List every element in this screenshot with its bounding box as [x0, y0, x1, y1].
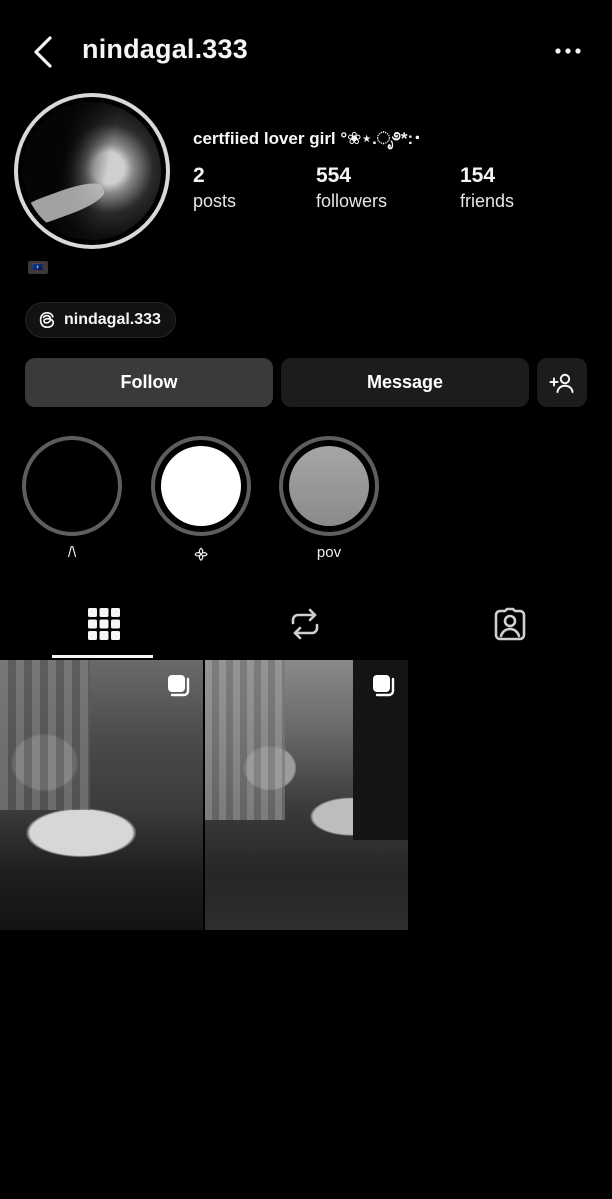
story-highlight[interactable]: ᯽ — [151, 436, 251, 564]
highlight-label: /\ — [67, 544, 77, 561]
stat-friends-label: friends — [460, 191, 515, 211]
reposts-icon[interactable] — [287, 606, 323, 642]
suggested-users-button[interactable] — [537, 358, 587, 407]
highlight-cover — [32, 446, 112, 526]
stat-friends[interactable]: 154 friends — [460, 163, 514, 213]
stat-followers-label: followers — [316, 191, 388, 211]
carousel-icon — [168, 675, 190, 697]
tagged-icon[interactable] — [492, 606, 528, 642]
avatar-photo — [23, 102, 161, 240]
stat-friends-value: 154 — [460, 164, 496, 187]
follow-button[interactable]: Follow — [25, 358, 273, 407]
back-arrow-icon[interactable] — [28, 34, 60, 70]
story-highlight[interactable]: pov — [279, 436, 379, 561]
message-button[interactable]: Message — [281, 358, 529, 407]
profile-username: nindagal.333 — [82, 34, 248, 64]
stat-posts-value: 2 — [193, 164, 205, 187]
active-tab-indicator — [52, 655, 153, 658]
post-thumbnail[interactable] — [0, 660, 203, 930]
more-options-icon[interactable] — [552, 40, 584, 62]
stat-followers[interactable]: 554 followers — [316, 163, 387, 213]
profile-avatar[interactable] — [14, 93, 170, 249]
threads-icon — [39, 311, 55, 329]
stat-posts-label: posts — [193, 191, 237, 211]
flag-emoji: 🇬🇺 — [28, 261, 48, 274]
threads-badge[interactable]: nindagal.333 — [25, 302, 176, 338]
carousel-icon — [373, 675, 395, 697]
highlight-label: pov — [316, 544, 342, 561]
highlight-label: ᯽ — [192, 546, 210, 563]
grid-icon[interactable] — [86, 606, 122, 642]
stat-posts: 2 posts — [193, 163, 236, 213]
add-person-icon — [549, 373, 574, 393]
highlight-cover — [161, 446, 241, 526]
stat-followers-value: 554 — [316, 164, 352, 187]
threads-handle: nindagal.333 — [64, 311, 161, 328]
post-thumbnail[interactable] — [205, 660, 408, 930]
story-highlight[interactable]: /\ — [22, 436, 122, 561]
profile-bio: certfiied lover girl °❀⋆.ೃ࿔*:･ — [193, 129, 422, 148]
highlight-cover — [289, 446, 369, 526]
